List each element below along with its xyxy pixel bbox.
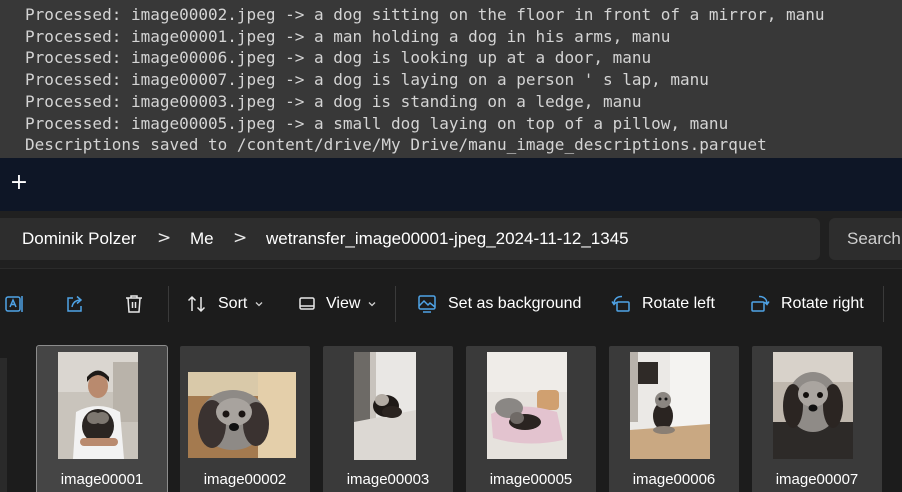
view-label: View (326, 295, 361, 312)
terminal-line: Processed: image00007.jpeg -> a dog is l… (25, 70, 709, 89)
thumbnail-image (354, 352, 416, 460)
terminal-line: Descriptions saved to /content/drive/My … (25, 135, 767, 154)
file-item[interactable]: image00006 (609, 346, 739, 492)
terminal-line: Processed: image00006.jpeg -> a dog is l… (25, 48, 652, 67)
thumbnail-image (58, 352, 138, 459)
rotate-left-button[interactable]: Rotate left (610, 288, 715, 320)
rotate-right-label: Rotate right (781, 295, 864, 312)
toolbar-divider (883, 286, 884, 322)
terminal-line: Processed: image00005.jpeg -> a small do… (25, 114, 729, 133)
thumbnail-image (773, 352, 853, 459)
search-placeholder: Search (847, 229, 901, 248)
breadcrumb-item-user[interactable]: Dominik Polzer (22, 228, 136, 250)
rotate-right-icon (749, 293, 771, 315)
terminal-output: Processed: image00002.jpeg -> a dog sitt… (0, 0, 902, 158)
file-item[interactable]: image00005 (466, 346, 596, 492)
sort-label: Sort (218, 295, 248, 312)
chevron-right-icon: > (233, 228, 248, 248)
breadcrumb-item-folder[interactable]: wetransfer_image00001-jpeg_2024-11-12_13… (266, 228, 629, 250)
image-background-icon (416, 293, 438, 315)
share-icon (64, 293, 86, 315)
trash-icon (123, 293, 145, 315)
sort-button[interactable]: Sort (186, 288, 264, 320)
navigation-pane-edge (0, 358, 7, 492)
file-view: image00001 image00002 image00003 image00… (0, 338, 902, 492)
sort-arrows-icon (186, 293, 208, 315)
file-name: image00001 (60, 471, 144, 488)
share-button[interactable] (64, 288, 86, 320)
file-item[interactable]: image00007 (752, 346, 882, 492)
view-icon (298, 295, 316, 313)
file-item[interactable]: image00002 (180, 346, 310, 492)
terminal-line: Processed: image00001.jpeg -> a man hold… (25, 27, 671, 46)
thumbnail-image (630, 352, 710, 459)
file-name: image00003 (346, 471, 430, 488)
ai-rewrite-icon (4, 293, 26, 315)
view-button[interactable]: View (298, 288, 377, 320)
thumbnail-image (188, 372, 296, 458)
terminal-line: Processed: image00003.jpeg -> a dog is s… (25, 92, 642, 111)
breadcrumb[interactable]: Dominik Polzer > Me > wetransfer_image00… (0, 218, 820, 260)
chevron-down-icon (254, 299, 264, 309)
delete-button[interactable] (123, 288, 145, 320)
file-name: image00006 (632, 471, 716, 488)
command-bar: Sort View Set as background Rotate left … (0, 268, 902, 338)
file-name: image00005 (489, 471, 573, 488)
file-name: image00007 (775, 471, 859, 488)
address-bar: Dominik Polzer > Me > wetransfer_image00… (0, 211, 902, 268)
rotate-right-button[interactable]: Rotate right (749, 288, 864, 320)
ai-rewrite-button[interactable] (4, 288, 26, 320)
terminal-line: Processed: image00002.jpeg -> a dog sitt… (25, 5, 825, 24)
file-item[interactable]: image00003 (323, 346, 453, 492)
thumbnail-image (487, 352, 567, 459)
toolbar-divider (395, 286, 396, 322)
chevron-right-icon: > (157, 228, 172, 248)
search-input[interactable]: Search (829, 218, 902, 260)
toolbar-divider (168, 286, 169, 322)
rotate-left-label: Rotate left (642, 295, 715, 312)
file-item[interactable]: image00001 (36, 345, 168, 492)
set-as-background-label: Set as background (448, 295, 582, 312)
set-as-background-button[interactable]: Set as background (416, 288, 581, 320)
tab-strip: + (0, 158, 902, 211)
rotate-left-icon (610, 293, 632, 315)
file-name: image00002 (203, 471, 287, 488)
breadcrumb-item-me[interactable]: Me (190, 228, 214, 250)
chevron-down-icon (367, 299, 377, 309)
new-tab-button[interactable]: + (8, 172, 30, 194)
